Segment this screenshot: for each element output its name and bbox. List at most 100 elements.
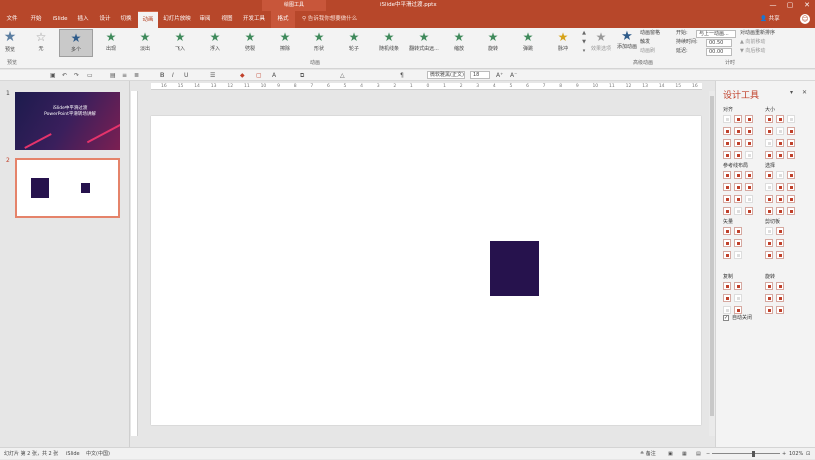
copy-tool-button[interactable] [765, 282, 773, 290]
align-tool-button[interactable] [787, 151, 795, 159]
guides-tool-button[interactable] [776, 183, 784, 191]
reading-view-icon[interactable]: ▤ [696, 448, 701, 460]
vector-tool-button[interactable] [723, 239, 731, 247]
vector-tool-button[interactable] [723, 227, 731, 235]
vector-tool-button[interactable] [776, 239, 784, 247]
zoom-slider[interactable] [712, 453, 780, 454]
anim-split[interactable]: ★ 劈裂 [233, 29, 267, 57]
guides-tool-button[interactable] [745, 207, 753, 215]
align-tool-button[interactable] [787, 127, 795, 135]
vector-tool-button[interactable] [776, 251, 784, 259]
slide-thumbnail-1[interactable]: iSlide中平滑过渡 PowerPoint平滑转场讲解 [15, 92, 120, 150]
slide-sorter-icon[interactable]: ▦ [682, 448, 687, 460]
align-tool-button[interactable] [745, 127, 753, 135]
anim-fly-in[interactable]: ★ 飞入 [163, 29, 197, 57]
tab-design[interactable]: 设计 [96, 11, 114, 28]
chevron-down-icon[interactable]: ▾ [790, 89, 793, 96]
guides-tool-button[interactable] [765, 171, 773, 179]
normal-view-icon[interactable]: ▣ [668, 448, 673, 460]
slide-thumbnail-2[interactable] [15, 158, 120, 218]
copy-tool-button[interactable] [723, 294, 731, 302]
share-button[interactable]: 👤 共享 [760, 11, 780, 28]
anim-multiple[interactable]: ★ 多个 [59, 29, 93, 57]
arrange-icon[interactable]: ⧉ [300, 71, 304, 80]
italic-icon[interactable]: 𝐼 [172, 71, 174, 80]
language-status[interactable]: 中文(中国) [86, 448, 110, 460]
zoom-in-icon[interactable]: + [782, 448, 786, 460]
effect-options-button[interactable]: ★ 效果选项 [589, 29, 613, 57]
align-tool-button[interactable] [765, 115, 773, 123]
anim-shape[interactable]: ★ 形状 [302, 29, 336, 57]
copy-tool-button[interactable] [723, 306, 731, 314]
delay-input[interactable]: 00.00 [706, 48, 732, 56]
tab-format[interactable]: 格式 [271, 11, 295, 28]
anim-none[interactable]: ☆ 无 [24, 29, 58, 57]
shapes-icon[interactable]: △ [340, 71, 345, 80]
pane-splitter[interactable] [129, 81, 130, 447]
tab-developer[interactable]: 开发工具 [240, 11, 268, 28]
anim-fade[interactable]: ★ 淡出 [128, 29, 162, 57]
align-tool-button[interactable] [723, 151, 731, 159]
vector-tool-button[interactable] [734, 239, 742, 247]
anim-wipe[interactable]: ★ 擦除 [268, 29, 302, 57]
tab-file[interactable]: 文件 [3, 11, 21, 28]
vector-tool-button[interactable] [765, 227, 773, 235]
align-tool-button[interactable] [723, 127, 731, 135]
move-earlier-button[interactable]: ▲ 向前移动 [740, 38, 765, 47]
shape-fill-icon[interactable]: ◆ [240, 71, 245, 80]
tab-home[interactable]: 开始 [27, 11, 45, 28]
vector-tool-button[interactable] [734, 227, 742, 235]
redo-icon[interactable]: ↷ [74, 71, 79, 80]
guides-tool-button[interactable] [787, 207, 795, 215]
guides-tool-button[interactable] [745, 183, 753, 191]
align-tool-button[interactable] [787, 115, 795, 123]
duration-input[interactable]: 00.50 [706, 39, 732, 47]
close-button[interactable]: ✕ [799, 0, 815, 11]
vector-tool-button[interactable] [734, 251, 742, 259]
notes-button[interactable]: ≙ 备注 [640, 448, 656, 460]
align-tool-button[interactable] [765, 139, 773, 147]
guides-tool-button[interactable] [734, 171, 742, 179]
guides-tool-button[interactable] [734, 195, 742, 203]
anim-bounce[interactable]: ★ 弹跳 [511, 29, 545, 57]
paragraph-icon[interactable]: ¶ [400, 71, 404, 80]
zoom-out-icon[interactable]: − [706, 448, 710, 460]
guides-tool-button[interactable] [723, 171, 731, 179]
guides-tool-button[interactable] [734, 183, 742, 191]
guides-tool-button[interactable] [787, 195, 795, 203]
undo-icon[interactable]: ↶ [62, 71, 67, 80]
guides-tool-button[interactable] [787, 171, 795, 179]
zoom-level[interactable]: 102% [789, 448, 803, 460]
restore-button[interactable]: ▢ [782, 0, 798, 11]
slide-canvas[interactable] [151, 116, 701, 425]
fit-slide-icon[interactable]: ⊡ [806, 448, 810, 460]
shrink-font-icon[interactable]: A⁻ [510, 71, 517, 80]
copy-tool-button[interactable] [765, 306, 773, 314]
tab-animations[interactable]: 动画 [138, 11, 158, 28]
anim-random-bars[interactable]: ★ 随机线条 [372, 29, 406, 57]
tab-review[interactable]: 审阅 [196, 11, 214, 28]
vector-tool-button[interactable] [765, 239, 773, 247]
list-icon[interactable]: ☰ [210, 71, 215, 80]
animation-painter-button[interactable]: 动画刷 [640, 47, 655, 55]
guides-tool-button[interactable] [734, 207, 742, 215]
guides-tool-button[interactable] [776, 171, 784, 179]
guides-tool-button[interactable] [765, 207, 773, 215]
guides-tool-button[interactable] [776, 195, 784, 203]
close-icon[interactable]: ✕ [802, 89, 807, 96]
bold-icon[interactable]: 𝐁 [160, 71, 164, 80]
align-tool-button[interactable] [776, 127, 784, 135]
guides-tool-button[interactable] [787, 183, 795, 191]
align-tool-button[interactable] [745, 151, 753, 159]
shape-outline-icon[interactable]: ▢ [256, 71, 262, 80]
anim-wheel[interactable]: ★ 轮子 [337, 29, 371, 57]
guides-tool-button[interactable] [723, 183, 731, 191]
tab-view[interactable]: 视图 [218, 11, 236, 28]
zoom-slider-handle[interactable] [752, 451, 755, 457]
align-tool-button[interactable] [734, 139, 742, 147]
vector-tool-button[interactable] [723, 251, 731, 259]
copy-tool-button[interactable] [734, 306, 742, 314]
align-tool-button[interactable] [765, 151, 773, 159]
align-tool-button[interactable] [734, 127, 742, 135]
align-left-icon[interactable]: ≡ [122, 71, 127, 80]
